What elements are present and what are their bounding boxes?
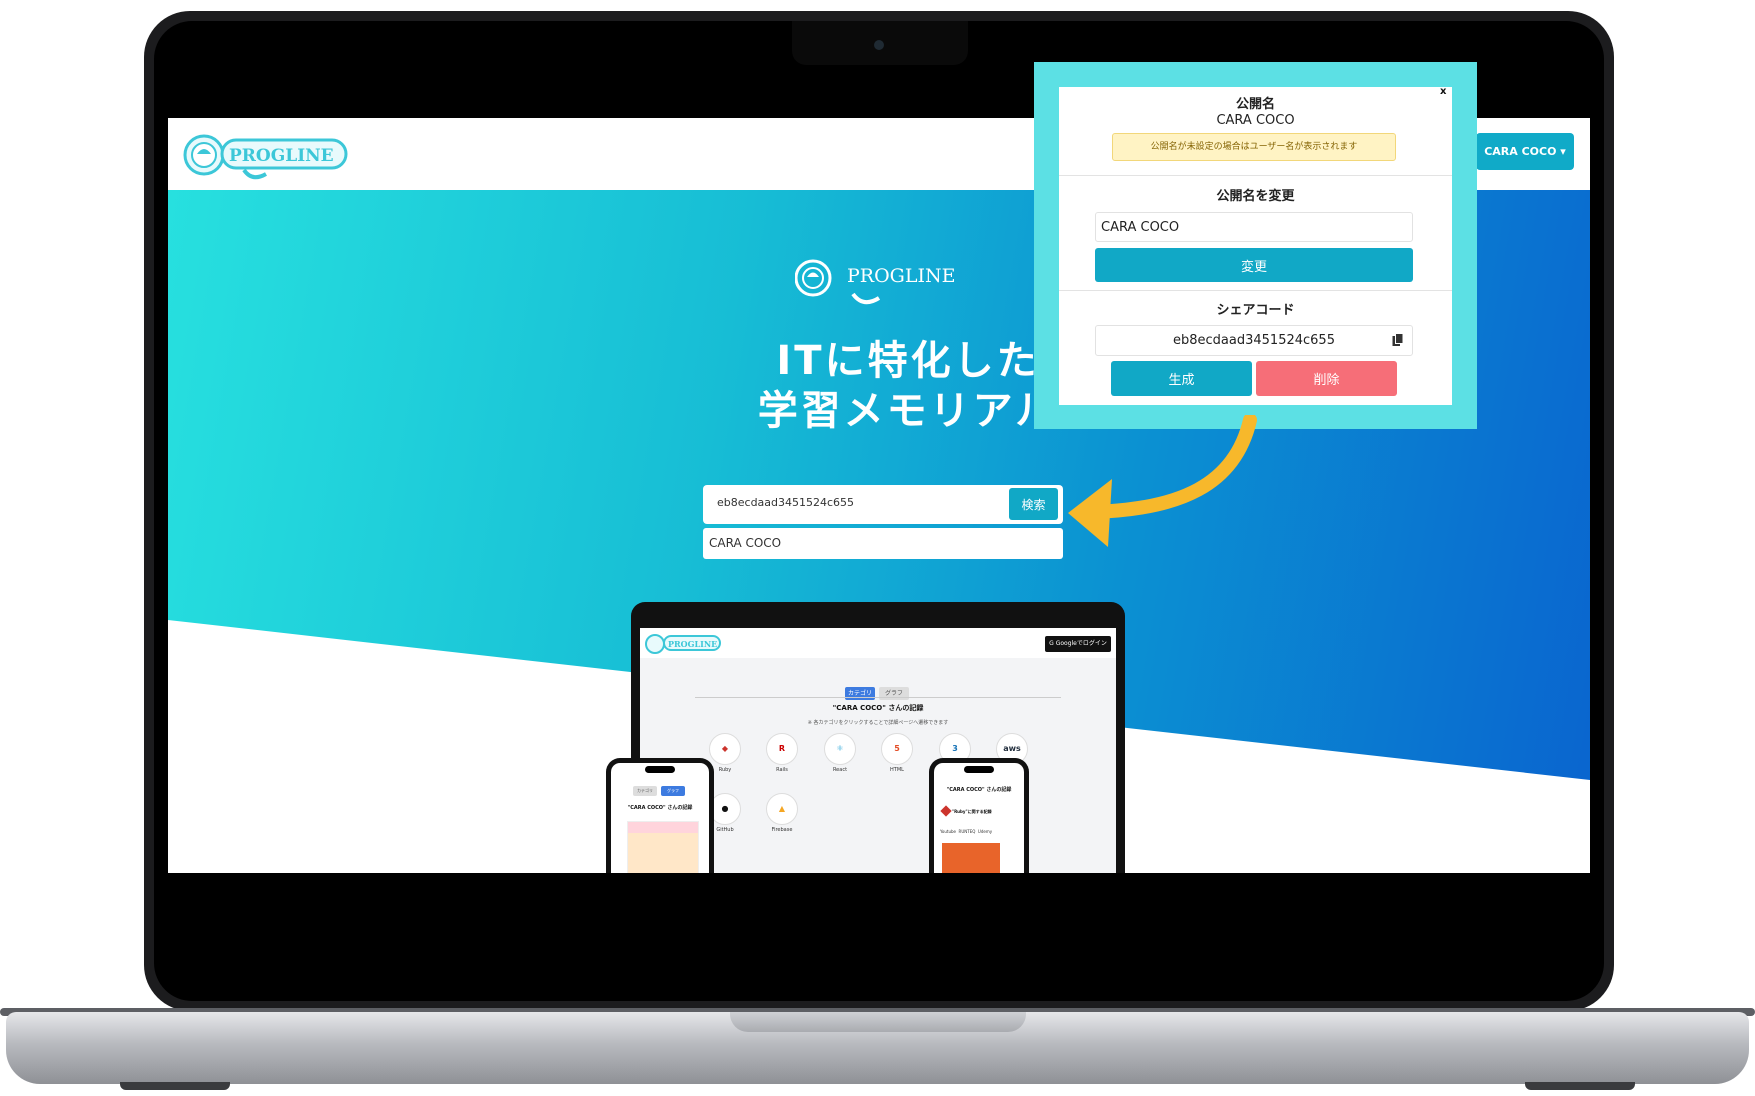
mockup-phone-right-screen: "CARA COCO" さんの記録 "Ruby"に関する記録 Youtube R…	[934, 763, 1024, 873]
phone-left-notch	[645, 766, 675, 773]
ruby-icon: ◆	[709, 733, 741, 765]
mockup-phone-left-screen: カテゴリ グラフ "CARA COCO" さんの記録	[611, 763, 709, 873]
phone-right-title: "CARA COCO" さんの記録	[946, 787, 1012, 793]
phone-left-chart	[627, 821, 699, 873]
mockup-divider	[695, 697, 1061, 698]
change-name-button[interactable]: 変更	[1095, 248, 1413, 282]
phone-right-tag-list: Youtube RUNTEQ Udemy	[940, 829, 992, 834]
promo-stage: PROGLINE CARA COCO ▾ PROGLINE ITに特化した 学習…	[0, 0, 1755, 1096]
react-icon: ⚛	[824, 733, 856, 765]
mockup-category-item: R Rails	[765, 733, 799, 773]
user-menu-button[interactable]: CARA COCO ▾	[1476, 133, 1574, 170]
nav-logo-text: PROGLINE	[229, 146, 334, 166]
modal-divider	[1059, 290, 1452, 291]
mockup-tab-category: カテゴリ	[845, 687, 875, 700]
mockup-category-label: HTML	[890, 767, 904, 773]
rails-icon: R	[766, 733, 798, 765]
search-button[interactable]: 検索	[1009, 488, 1058, 520]
delete-code-button[interactable]: 削除	[1256, 361, 1397, 396]
change-name-heading: 公開名を変更	[1216, 189, 1295, 204]
html-icon: 5	[881, 733, 913, 765]
share-code-search-input[interactable]: eb8ecdaad3451524c655	[717, 496, 854, 509]
progline-logo-icon[interactable]: PROGLINE	[182, 126, 352, 184]
laptop-opening-notch	[730, 1012, 1026, 1032]
phone-right-tag: RUNTEQ	[958, 829, 976, 834]
phone-left-tab-category: カテゴリ	[633, 786, 657, 796]
mockup-category-item: 5 HTML	[880, 733, 914, 773]
share-code-search: eb8ecdaad3451524c655 検索	[703, 485, 1063, 524]
mockup-google-login-button: G Googleでログイン	[1045, 636, 1111, 652]
public-name-heading: 公開名	[1235, 97, 1275, 112]
phone-right-thumbnail	[942, 843, 1000, 873]
phone-left-tab-graph: グラフ	[661, 786, 685, 796]
mockup-record-title: "CARA COCO" さんの記録	[832, 704, 924, 712]
mockup-navbar: PROGLINE G Googleでログイン	[640, 628, 1116, 658]
mockup-tab-graph: グラフ	[879, 687, 909, 700]
firebase-icon: ▲	[766, 793, 798, 825]
mockup-category-item: ⚛ React	[823, 733, 857, 773]
hero-logo-icon: PROGLINE	[795, 259, 955, 305]
modal-divider	[1059, 175, 1452, 176]
share-code-field[interactable]: eb8ecdaad3451524c655	[1095, 325, 1413, 356]
phone-right-subtitle: "Ruby"に関する記録	[952, 809, 992, 814]
mockup-category-item: ▲ Firebase	[765, 793, 799, 833]
generate-code-button[interactable]: 生成	[1111, 361, 1252, 396]
public-name-input[interactable]	[1095, 212, 1413, 242]
phone-right-tag: Udemy	[977, 829, 993, 834]
laptop-foot-right	[1525, 1082, 1635, 1090]
search-result-item[interactable]: CARA COCO	[703, 528, 1063, 559]
camera-icon	[874, 40, 884, 50]
public-name-warning: 公開名が未設定の場合はユーザー名が表示されます	[1112, 133, 1396, 161]
mockup-category-label: Rails	[776, 767, 788, 773]
mockup-note: ※ 各カテゴリをクリックすることで詳細ページへ遷移できます	[807, 720, 949, 726]
mockup-category-label: Firebase	[771, 827, 793, 833]
mockup-category-label: React	[832, 767, 848, 773]
phone-right-tag: Youtube	[940, 829, 956, 834]
pointer-arrow-icon	[1068, 415, 1257, 547]
copy-icon[interactable]	[1392, 333, 1404, 347]
mockup-logo-text: PROGLINE	[668, 639, 717, 649]
share-code-heading: シェアコード	[1216, 303, 1295, 318]
phone-left-title: "CARA COCO" さんの記録	[627, 805, 693, 811]
hero-logo-text: PROGLINE	[847, 265, 955, 287]
phone-right-notch	[964, 766, 994, 773]
public-name-value: CARA COCO	[1216, 113, 1295, 128]
phone-right-ruby-icon	[940, 805, 952, 817]
laptop-foot-left	[120, 1082, 230, 1090]
mockup-logo-icon: PROGLINE	[645, 634, 721, 654]
